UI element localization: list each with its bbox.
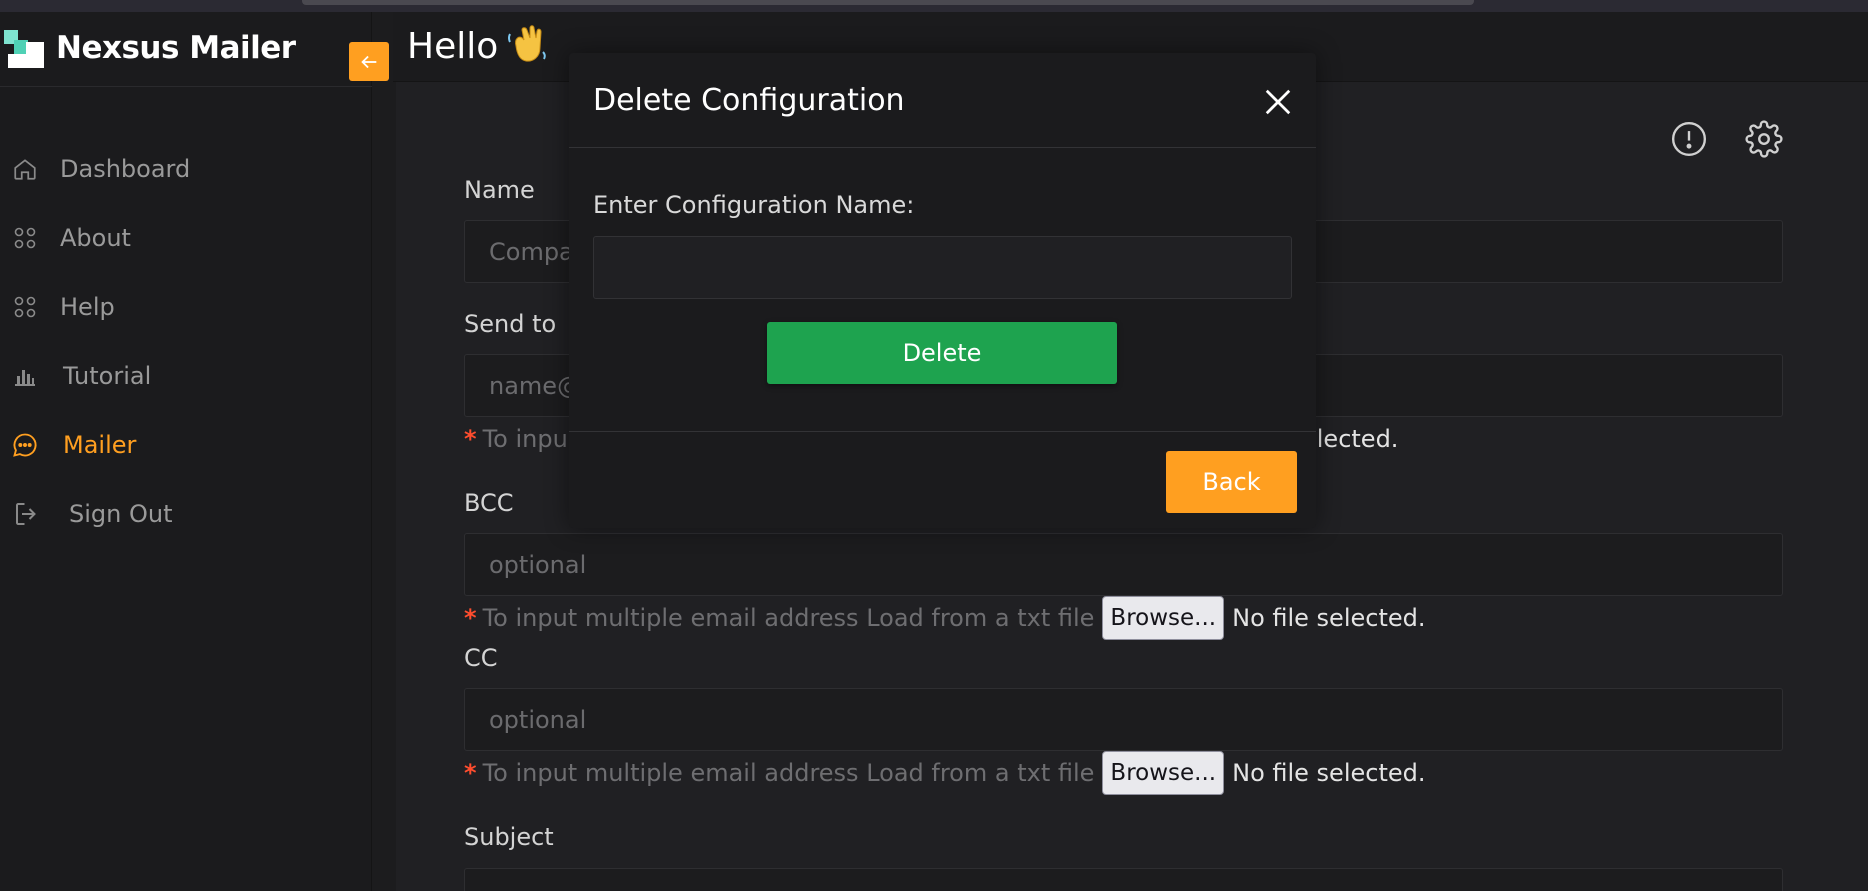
modal-divider	[569, 431, 1316, 432]
brand: Nexsus Mailer	[0, 12, 372, 87]
required-marker: *	[464, 759, 477, 787]
arrow-left-icon	[361, 55, 377, 68]
bcc-input[interactable]	[464, 533, 1783, 596]
grid-icon	[10, 223, 40, 253]
back-button[interactable]: Back	[1166, 451, 1297, 513]
grid-icon	[10, 292, 40, 322]
configuration-name-input[interactable]	[593, 236, 1292, 299]
greeting-text: Hello	[407, 26, 499, 67]
cc-label: CC	[464, 644, 498, 672]
hint-text: To inpu	[482, 425, 568, 453]
hint-text: To input multiple email address Load fro…	[482, 759, 1095, 787]
sidebar-item-label: Mailer	[63, 431, 137, 459]
hint-text: To input multiple email address Load fro…	[482, 604, 1095, 632]
waving-hand-icon	[508, 25, 547, 62]
sidebar-item-label: Help	[60, 293, 115, 321]
subject-label: Subject	[464, 823, 554, 851]
browser-top-strip	[0, 0, 1868, 12]
sidebar-item-dashboard[interactable]: Dashboard	[0, 147, 360, 191]
modal-header: Delete Configuration	[569, 53, 1316, 148]
cc-browse-button[interactable]: Browse...	[1102, 751, 1225, 795]
sidebar-item-label: Dashboard	[60, 155, 191, 183]
delete-button[interactable]: Delete	[767, 322, 1117, 384]
bar-chart-icon	[10, 361, 40, 391]
greeting: Hello	[407, 24, 548, 67]
logo-icon	[4, 30, 44, 68]
browser-tab-bar	[302, 0, 1474, 5]
sidebar-item-about[interactable]: About	[0, 216, 360, 260]
file-status: No file selected.	[1232, 604, 1426, 632]
bcc-browse-button[interactable]: Browse...	[1102, 596, 1225, 640]
info-icon[interactable]	[1670, 120, 1708, 158]
modal-title: Delete Configuration	[593, 83, 905, 118]
subject-input[interactable]	[464, 868, 1783, 891]
file-status: No file selected.	[1232, 759, 1426, 787]
sidebar-item-label: Sign Out	[69, 500, 173, 528]
chat-bubble-icon	[10, 430, 40, 460]
send-to-label: Send to	[464, 310, 557, 338]
send-to-hint: * To inpu elected.	[464, 417, 1398, 461]
sidebar-item-sign-out[interactable]: Sign Out	[0, 492, 360, 536]
gear-icon[interactable]	[1745, 120, 1783, 158]
sidebar-item-label: Tutorial	[63, 362, 152, 390]
bcc-label: BCC	[464, 489, 514, 517]
delete-configuration-modal: Delete Configuration Enter Configuration…	[569, 53, 1316, 528]
sidebar-item-mailer[interactable]: Mailer	[0, 423, 360, 467]
cc-hint: * To input multiple email address Load f…	[464, 751, 1426, 795]
required-marker: *	[464, 425, 477, 453]
close-icon[interactable]	[1263, 87, 1293, 117]
cc-input[interactable]	[464, 688, 1783, 751]
name-label: Name	[464, 176, 535, 204]
bcc-hint: * To input multiple email address Load f…	[464, 596, 1426, 640]
sidebar-item-label: About	[60, 224, 131, 252]
sidebar-item-help[interactable]: Help	[0, 285, 360, 329]
brand-name: Nexsus Mailer	[56, 30, 296, 66]
logout-icon	[12, 499, 42, 529]
home-icon	[10, 154, 40, 184]
configuration-name-label: Enter Configuration Name:	[593, 191, 915, 219]
sidebar: Nexsus Mailer Dashboard About Help Tutor…	[0, 12, 372, 891]
required-marker: *	[464, 604, 477, 632]
sidebar-item-tutorial[interactable]: Tutorial	[0, 354, 360, 398]
collapse-sidebar-button[interactable]	[349, 42, 389, 81]
file-status: elected.	[1302, 425, 1399, 453]
